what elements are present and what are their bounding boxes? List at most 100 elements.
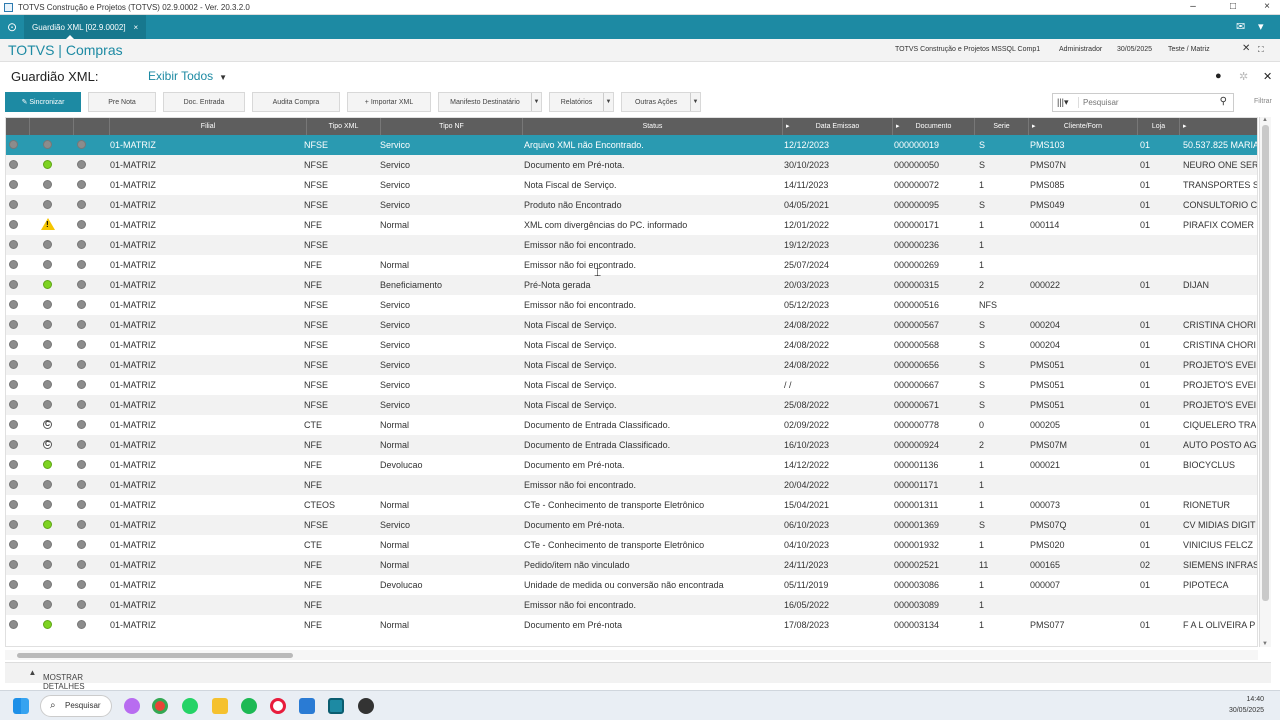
gear-icon[interactable]: ✲ <box>1239 70 1248 83</box>
table-row[interactable]: 01-MATRIZ CTE Normal CTe - Conhecimento de … <box>6 535 1257 555</box>
cell-data: 17/08/2023 <box>784 620 830 630</box>
vertical-scrollbar[interactable]: ▲ ▼ <box>1259 117 1271 647</box>
close-icon[interactable]: ✕ <box>1242 43 1250 54</box>
table-row[interactable]: 01-MATRIZ NFSE Servico Emissor não foi enco… <box>6 295 1257 315</box>
vscode-icon[interactable] <box>299 698 315 714</box>
chrome-icon[interactable] <box>152 698 168 714</box>
column-header[interactable]: Documento <box>893 118 975 135</box>
column-header[interactable]: Data Emissao <box>783 118 893 135</box>
close-window-icon[interactable]: × <box>1254 0 1280 15</box>
company-label[interactable]: Teste / Matriz <box>1168 46 1210 53</box>
manifesto-button[interactable]: Manifesto Destinatário ▼ <box>438 92 542 112</box>
details-bar[interactable]: MOSTRAR DETALHES ▲ <box>5 662 1271 691</box>
table-row[interactable]: 01-MATRIZ NFSE Servico Produto não Encontra… <box>6 195 1257 215</box>
table-row[interactable]: 01-MATRIZ NFSE Servico Arquivo XML não Enco… <box>6 135 1258 155</box>
tab-guardiao-xml[interactable]: Guardião XML [02.9.0002] × <box>24 15 147 39</box>
table-row[interactable]: C 01-MATRIZ NFE Normal Documento de Entrada … <box>6 435 1257 455</box>
scroll-down-icon[interactable]: ▼ <box>1262 641 1268 647</box>
chevron-down-icon[interactable]: ▼ <box>531 93 541 111</box>
column-header[interactable]: Serie <box>975 118 1029 135</box>
table-row[interactable]: 01-MATRIZ NFE Emissor não foi encontrado. 1… <box>6 595 1257 615</box>
column-header[interactable] <box>1180 118 1257 135</box>
table-row[interactable]: 01-MATRIZ NFSE Servico Nota Fiscal de Servi… <box>6 335 1257 355</box>
windows-start-icon[interactable] <box>13 698 29 714</box>
file-explorer-icon[interactable] <box>212 698 228 714</box>
status-gray-icon <box>9 620 18 629</box>
environment-label[interactable]: TOTVS Construção e Projetos MSSQL Comp1 <box>895 46 1040 53</box>
expand-icon[interactable]: ⛶ <box>1258 45 1264 55</box>
table-row[interactable]: 01-MATRIZ NFSE Emissor não foi encontrado.… <box>6 235 1257 255</box>
columns-icon[interactable]: |||▾ <box>1053 97 1079 108</box>
column-header[interactable]: Status <box>523 118 783 135</box>
dropdown-icon[interactable]: ▾ <box>1258 15 1264 39</box>
search-input[interactable] <box>1079 98 1209 107</box>
system-clock[interactable]: 14:40 30/05/2025 <box>1229 694 1264 716</box>
column-header[interactable] <box>6 118 30 135</box>
totvs-icon[interactable] <box>328 698 344 714</box>
mail-icon[interactable]: ✉ <box>1236 15 1245 39</box>
opera-icon[interactable] <box>270 698 286 714</box>
cell-nome: 50.537.825 MARIA <box>1183 140 1258 150</box>
search-icon[interactable]: ⚲ <box>1220 96 1227 107</box>
filtrar-link[interactable]: Filtrar <box>1254 98 1272 105</box>
tab-close-icon[interactable]: × <box>134 23 139 32</box>
outras-acoes-button[interactable]: Outras Ações ▼ <box>621 92 701 112</box>
user-label[interactable]: Administrador <box>1059 46 1102 53</box>
table-row[interactable]: 01-MATRIZ NFSE Servico Nota Fiscal de Servi… <box>6 175 1257 195</box>
close-page-icon[interactable]: ✕ <box>1263 70 1272 83</box>
table-row[interactable]: 01-MATRIZ NFE Devolucao Documento em Pré-no… <box>6 455 1257 475</box>
relatorios-button[interactable]: Relatórios ▼ <box>549 92 614 112</box>
table-row[interactable]: 01-MATRIZ NFSE Servico Nota Fiscal de Servi… <box>6 355 1257 375</box>
mostrar-detalhes-toggle[interactable]: MOSTRAR DETALHES ▲ <box>24 668 84 691</box>
spotify-icon[interactable] <box>241 698 257 714</box>
column-header[interactable]: Loja <box>1138 118 1180 135</box>
cell-nome: CV MIDIAS DIGIT <box>1183 520 1256 530</box>
column-header[interactable]: Tipo NF <box>381 118 523 135</box>
audita-compra-button[interactable]: Audita Compra <box>252 92 340 112</box>
table-row[interactable]: 01-MATRIZ NFSE Servico Nota Fiscal de Servi… <box>6 395 1257 415</box>
maximize-icon[interactable]: □ <box>1220 0 1246 15</box>
table-row[interactable]: 01-MATRIZ NFSE Servico Documento em Pré-not… <box>6 155 1257 175</box>
whatsapp-icon[interactable] <box>182 698 198 714</box>
doc-entrada-button[interactable]: Doc. Entrada <box>163 92 245 112</box>
copilot-icon[interactable] <box>124 698 140 714</box>
horizontal-scrollbar[interactable] <box>5 650 1258 660</box>
table-row[interactable]: 01-MATRIZ NFE Normal Emissor não foi encont… <box>6 255 1257 275</box>
cell-data: 05/11/2019 <box>784 580 829 590</box>
table-row[interactable]: 01-MATRIZ NFE Devolucao Unidade de medida o… <box>6 575 1257 595</box>
app-icon-extra[interactable] <box>358 698 374 714</box>
chevron-down-icon[interactable]: ▼ <box>690 93 700 111</box>
table-row[interactable]: 01-MATRIZ NFSE Servico Nota Fiscal de Servi… <box>6 375 1257 395</box>
column-header[interactable]: Filial <box>110 118 307 135</box>
sincronizar-button[interactable]: ✎ Sincronizar <box>5 92 81 112</box>
table-row[interactable]: ! 01-MATRIZ NFE Normal XML com divergências … <box>6 215 1257 235</box>
status-gray-icon <box>43 180 52 189</box>
chevron-down-icon[interactable]: ▼ <box>603 93 613 111</box>
scroll-up-icon[interactable]: ▲ <box>1262 117 1268 123</box>
column-header[interactable]: Cliente/Forn <box>1029 118 1138 135</box>
record-icon[interactable]: ● <box>1215 70 1222 82</box>
table-row[interactable]: C 01-MATRIZ CTE Normal Documento de Entrada … <box>6 415 1257 435</box>
table-row[interactable]: 01-MATRIZ NFSE Servico Documento em Pré-not… <box>6 515 1257 535</box>
cell-status: Arquivo XML não Encontrado. <box>524 140 644 150</box>
taskbar-search[interactable]: Pesquisar <box>40 695 112 717</box>
horizontal-scroll-thumb[interactable] <box>17 653 293 658</box>
column-header[interactable] <box>30 118 74 135</box>
importar-xml-button[interactable]: + Importar XML <box>347 92 431 112</box>
table-row[interactable]: 01-MATRIZ NFE Beneficiamento Pré-Nota gerad… <box>6 275 1257 295</box>
table-row[interactable]: 01-MATRIZ NFE Normal Pedido/item não vincul… <box>6 555 1257 575</box>
column-header[interactable] <box>74 118 110 135</box>
column-header[interactable]: Tipo XML <box>307 118 381 135</box>
menu-icon[interactable]: ⊙ <box>0 20 24 34</box>
date-label[interactable]: 30/05/2025 <box>1117 46 1152 53</box>
pre-nota-button[interactable]: Pre Nota <box>88 92 156 112</box>
table-row[interactable]: 01-MATRIZ CTEOS Normal CTe - Conhecimento d… <box>6 495 1257 515</box>
table-row[interactable]: 01-MATRIZ NFSE Servico Nota Fiscal de Servi… <box>6 315 1257 335</box>
status-gray-icon <box>77 440 86 449</box>
vertical-scroll-thumb[interactable] <box>1262 125 1269 601</box>
table-row[interactable]: 01-MATRIZ NFE Normal Documento em Pré-nota 1… <box>6 615 1257 635</box>
view-selector[interactable]: Exibir Todos ▼ <box>148 69 227 83</box>
minimize-icon[interactable]: – <box>1180 0 1206 15</box>
table-row[interactable]: 01-MATRIZ NFE Emissor não foi encontrado. 2… <box>6 475 1257 495</box>
cell-status: Emissor não foi encontrado. <box>524 240 637 250</box>
